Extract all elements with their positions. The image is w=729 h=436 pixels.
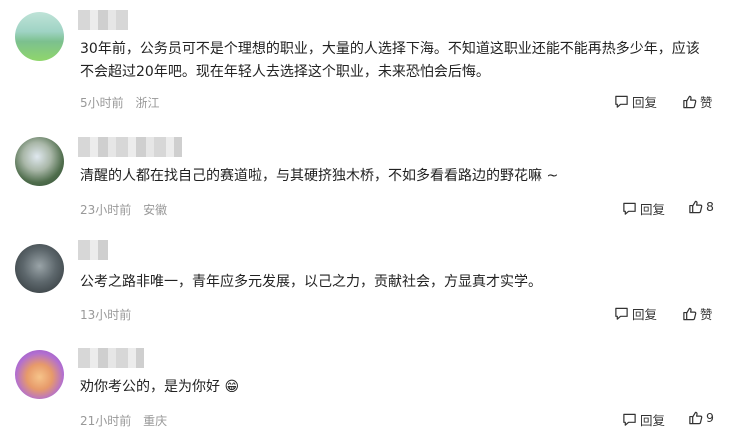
like-button[interactable]: 9 [688,410,714,425]
like-button[interactable]: 8 [688,199,714,214]
like-count: 8 [706,199,714,214]
reply-label: 回复 [640,202,666,217]
comment-text: 清醒的人都在找自己的赛道啦，与其硬挤独木桥，不如多看看路边的野花嘛 ~ [80,168,559,184]
reply-label: 回复 [632,95,658,110]
user-avatar[interactable] [15,350,64,399]
comment-time: 21小时前 [80,414,132,428]
reply-button[interactable]: 回复 [614,92,657,111]
user-avatar[interactable] [15,137,64,186]
username-blurred[interactable] [78,10,128,30]
reply-button[interactable]: 回复 [622,199,665,218]
reply-button[interactable]: 回复 [614,304,657,323]
comment-meta: 23小时前 安徽 [80,201,175,218]
user-avatar[interactable] [15,12,64,61]
comment-location: 安徽 [143,203,168,217]
comment-meta: 21小时前 重庆 [80,412,175,429]
like-label: 赞 [700,307,713,322]
comment-bubble-icon [615,95,628,108]
comment-text: 劝你考公的，是为你好 😁 [80,379,240,395]
thumbs-up-icon [689,411,703,425]
username-blurred[interactable] [78,348,144,368]
comment-location: 浙江 [135,96,160,110]
comment-item: 清醒的人都在找自己的赛道啦，与其硬挤独木桥，不如多看看路边的野花嘛 ~ 23小时… [0,115,729,230]
comment-bubble-icon [623,202,636,215]
comment-item: 劝你考公的，是为你好 😁 21小时前 重庆 回复 9 [0,340,729,436]
like-count: 9 [706,410,714,425]
comment-bubble-icon [615,307,628,320]
like-button[interactable]: 赞 [682,92,713,111]
comment-meta: 5小时前 浙江 [80,94,167,111]
thumbs-up-icon [683,307,697,321]
comment-location: 重庆 [143,414,168,428]
reply-label: 回复 [632,307,658,322]
thumbs-up-icon [683,95,697,109]
user-avatar[interactable] [15,244,64,293]
comment-text: 公考之路非唯一，青年应多元发展，以己之力，贡献社会，方显真才实学。 [80,274,542,290]
username-blurred[interactable] [78,137,182,157]
like-button[interactable]: 赞 [682,304,713,323]
comment-item: 公考之路非唯一，青年应多元发展，以己之力，贡献社会，方显真才实学。 13小时前 … [0,230,729,340]
comment-time: 23小时前 [80,203,132,217]
comment-time: 5小时前 [80,96,124,110]
comment-bubble-icon [623,413,636,426]
comment-meta: 13小时前 [80,306,139,323]
reply-label: 回复 [640,413,666,428]
thumbs-up-icon [689,200,703,214]
comment-time: 13小时前 [80,308,132,322]
username-blurred[interactable] [78,240,108,260]
comment-item: 30年前，公务员可不是个理想的职业，大量的人选择下海。不知道这职业还能不能再热多… [0,0,729,115]
comment-text: 30年前，公务员可不是个理想的职业，大量的人选择下海。不知道这职业还能不能再热多… [80,41,700,80]
like-label: 赞 [700,95,713,110]
reply-button[interactable]: 回复 [622,410,665,429]
